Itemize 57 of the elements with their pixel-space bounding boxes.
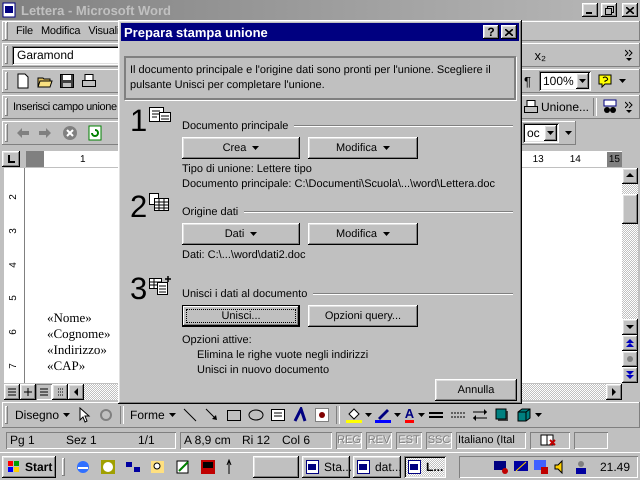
step-number: 2 [130,193,148,221]
shapes-menu-button[interactable]: Forme [127,406,179,424]
insert-merge-field-button[interactable]: Inserisci campo unione [12,99,118,115]
menu-item[interactable]: File [12,23,37,39]
info-text: Opzioni attive: [182,333,253,348]
dropdown-button[interactable]: Dati [182,223,300,245]
ruler-number: 4 [8,260,20,270]
section-heading: Origine dati [182,206,238,218]
help-button[interactable]: ? [483,25,499,39]
ruler-number: 6 [8,328,20,337]
status-text: A 8,9 cm [184,433,232,447]
ruler-number: 15 [606,152,622,166]
dialog-title: Prepara stampa unione [124,24,268,40]
menu-item[interactable]: Modifica [36,23,84,39]
dropdown-button[interactable]: Modifica [308,223,418,245]
step-number: 3 [130,275,148,303]
draw-menu-button[interactable]: Disegno [12,406,74,424]
taskbar-button[interactable]: L... [404,456,446,478]
taskbar-button[interactable]: dat... [353,456,401,478]
info-text: Tipo di unione: Lettere tipo [182,162,313,177]
section-heading: Documento principale [182,120,288,132]
info-text: Unisci in nuovo documento [196,363,330,378]
status-text: Pg 1 [10,433,36,447]
merge-button[interactable]: Unione... [540,98,590,116]
language-status[interactable]: Italiano (Ital [456,432,526,448]
dialog-button[interactable]: Opzioni query... [308,305,418,327]
clock[interactable]: 21.49 [600,460,630,474]
merge-field: «CAP» [47,358,86,374]
ruler-number: 7 [8,362,20,371]
step-number: 1 [130,107,148,135]
start-button[interactable]: Start [2,456,56,478]
info-text: Documento principale: C:\Documenti\Scuola\...\word\Lettera.doc [182,177,496,192]
dropdown-button[interactable]: Crea [182,137,300,159]
status-text: 1/1 [138,433,156,447]
ruler-number: 2 [8,193,20,202]
ruler-number: 13 [532,154,544,164]
merge-field: «Indirizzo» [47,342,107,358]
info-text: Elimina le righe vuote negli indirizzi [196,348,370,363]
status-text: Ri 12 [242,433,272,447]
ruler-number: 3 [8,226,20,236]
status-text: Sez 1 [66,433,98,447]
ruler-number: 5 [8,294,20,304]
ruler-number: 1 [80,154,86,164]
cancel-button[interactable]: Annulla [435,379,517,401]
ruler-number: 14 [570,154,581,164]
dropdown-button[interactable]: Modifica [308,137,418,159]
merge-field: «Nome» [47,310,92,326]
dialog-button[interactable]: Unisci... [182,305,300,327]
info-text: Dati: C:\...\word\dati2.doc [182,248,306,263]
address-dropdown[interactable]: oc [523,123,559,143]
font-color-button[interactable]: A [404,407,414,423]
section-heading: Unisci i dati al documento [182,288,308,300]
status-text: Col 6 [282,433,312,447]
zoom-dropdown[interactable]: 100% [539,71,591,91]
show-formatting-button[interactable]: ¶ [524,74,531,88]
subscript-button[interactable]: x₂ [534,48,546,62]
merge-field: «Cognome» [47,326,111,342]
